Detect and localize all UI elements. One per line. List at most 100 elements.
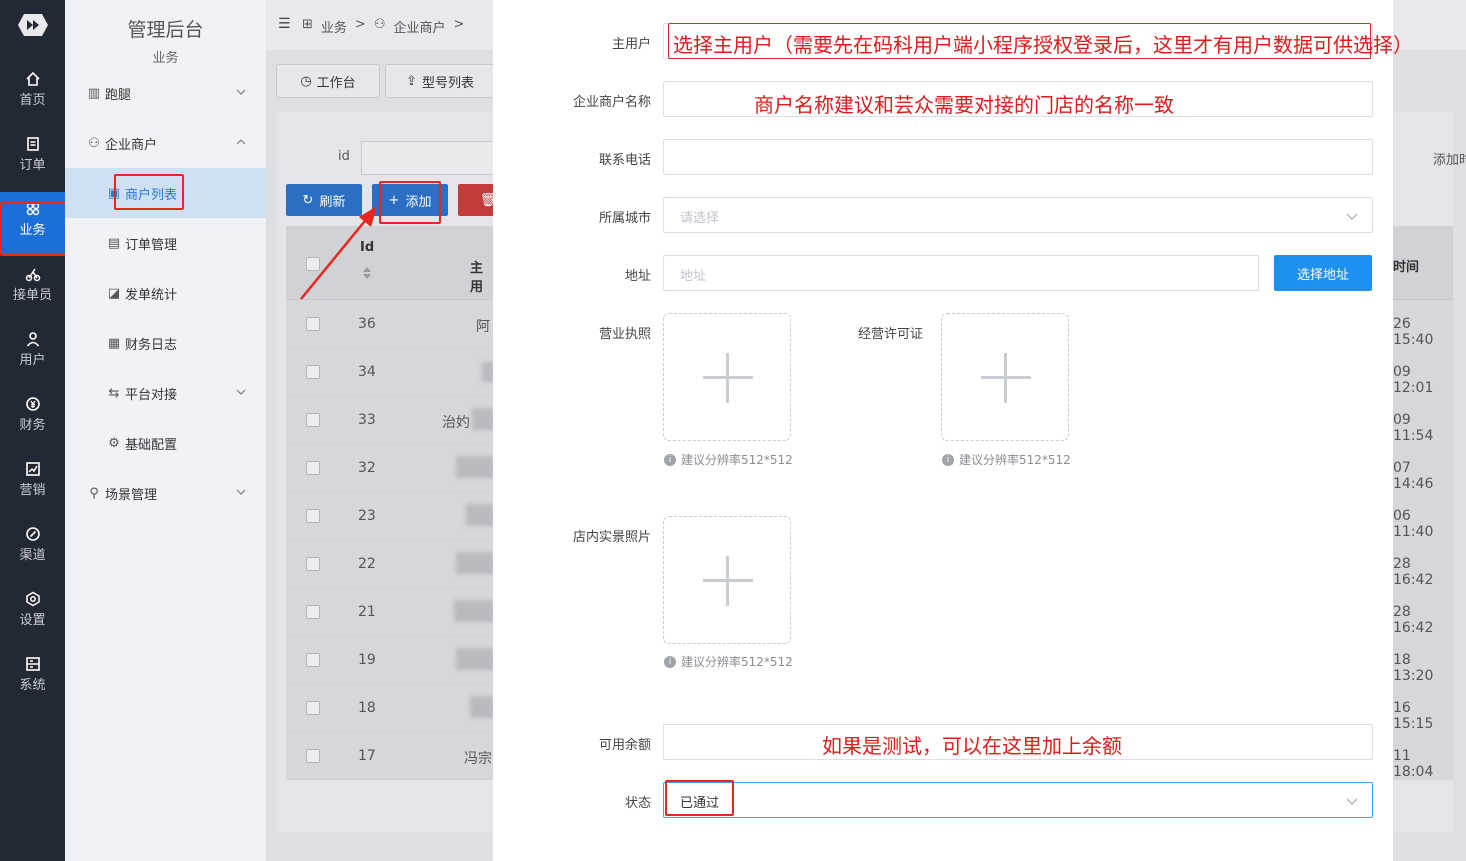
chevron-up-icon: [236, 139, 246, 145]
license-upload[interactable]: [663, 313, 791, 441]
row-id: 33: [358, 412, 376, 428]
hint-text: 建议分辨率512*512: [681, 453, 793, 467]
row-checkbox[interactable]: [306, 605, 320, 619]
row-time: 26 15:40: [1393, 316, 1434, 348]
table-row[interactable]: 22: [286, 540, 493, 588]
nav-item-courier[interactable]: 接单员: [0, 257, 65, 319]
permit-label: 经营许可证: [858, 327, 924, 342]
order-icon: [26, 137, 39, 151]
sidebar-item-config[interactable]: ⚙ 基础配置: [65, 418, 266, 468]
city-placeholder: 请选择: [680, 211, 720, 226]
table-row[interactable]: 21: [286, 588, 493, 636]
breadcrumb-item[interactable]: 企业商户: [393, 17, 445, 36]
nav-item-settings[interactable]: 设置: [0, 582, 65, 644]
phone-input[interactable]: [663, 139, 1373, 175]
filter-id-input[interactable]: [361, 141, 493, 175]
row-checkbox[interactable]: [306, 557, 320, 571]
table-row[interactable]: 18: [286, 684, 493, 732]
errand-icon: ▥: [87, 85, 101, 101]
nav-item-finance[interactable]: 财务: [0, 387, 65, 449]
col-main-user: 主用: [470, 261, 484, 295]
settings-icon: [25, 591, 40, 607]
stats-icon: ◪: [107, 285, 121, 301]
annotation-arrow-icon: [300, 206, 377, 300]
nav-item-channel[interactable]: 渠道: [0, 517, 65, 579]
status-select[interactable]: 已通过: [663, 782, 1373, 818]
photo-hint: i 建议分辨率512*512: [664, 653, 793, 670]
row-checkbox[interactable]: [306, 461, 320, 475]
nav-item-user[interactable]: 用户: [0, 322, 65, 384]
choose-address-button[interactable]: 选择地址: [1274, 255, 1372, 291]
city-select[interactable]: 请选择: [663, 197, 1373, 233]
filter-right-label: 添加时: [1433, 153, 1466, 168]
row-time: 11 18:04: [1393, 748, 1434, 780]
breadcrumb: ⊞ 业务 > ⚇ 企业商户 >: [302, 17, 464, 36]
row-time: 09 11:54: [1393, 412, 1434, 444]
sidebar-title: 管理后台: [127, 19, 204, 41]
row-id: 32: [358, 460, 376, 476]
clock-icon: ◷: [300, 73, 312, 89]
row-checkbox[interactable]: [306, 317, 320, 331]
table-row[interactable]: 34: [286, 348, 493, 396]
sidebar-item-platform[interactable]: ⇆ 平台对接: [65, 368, 266, 418]
tab-model-list[interactable]: ⇪ 型号列表: [385, 64, 493, 98]
permit-upload[interactable]: [941, 313, 1069, 441]
blurred-name: [482, 362, 493, 382]
merchant-form-modal: 主用户 选择主用户（需要先在码科用户端小程序授权登录后，这里才有用户数据可供选择…: [493, 0, 1413, 861]
chevron-down-icon: [236, 489, 246, 495]
sidebar-item-scene[interactable]: ⚲ 场景管理: [65, 468, 266, 518]
sidebar-item-label: 发单统计: [125, 287, 178, 303]
row-checkbox[interactable]: [306, 653, 320, 667]
nav-item-order[interactable]: 订单: [0, 127, 65, 189]
main-content-right: 添加时 时间 26 15:40 09 12:01 09 11:54 07 14:…: [1393, 0, 1466, 861]
delete-button[interactable]: 🗑: [458, 184, 493, 216]
plus-icon: [726, 556, 729, 606]
breadcrumb-icon: ⊞: [302, 17, 313, 32]
tab-workbench[interactable]: ◷ 工作台: [276, 64, 380, 98]
breadcrumb-sep: >: [354, 17, 366, 32]
highlight-box: [665, 780, 734, 816]
system-icon: [25, 657, 40, 671]
breadcrumb-item[interactable]: 业务: [321, 17, 347, 36]
row-checkbox[interactable]: [306, 413, 320, 427]
sidebar-item-order-manage[interactable]: ▤ 订单管理: [65, 218, 266, 268]
table-row[interactable]: 32: [286, 444, 493, 492]
row-time: 18 13:20: [1393, 652, 1434, 684]
table-row[interactable]: 17 冯宗: [286, 732, 493, 780]
table-row[interactable]: 19: [286, 636, 493, 684]
blurred-name: [456, 648, 493, 670]
table-row[interactable]: 33 治妁: [286, 396, 493, 444]
sidebar-item-errand[interactable]: ▥ 跑腿: [65, 68, 266, 118]
row-time: 16 15:15: [1393, 700, 1434, 732]
table-row[interactable]: 36 阿: [286, 300, 493, 348]
row-user: 治妁: [442, 415, 470, 431]
sidebar-item-log[interactable]: ▦ 财务日志: [65, 318, 266, 368]
blurred-name: [472, 408, 493, 430]
nav-item-marketing[interactable]: 营销: [0, 452, 65, 514]
blurred-name: [466, 504, 493, 526]
row-checkbox[interactable]: [306, 365, 320, 379]
photo-upload[interactable]: [663, 516, 791, 644]
highlight-box: [379, 181, 441, 224]
highlight-box: [0, 202, 69, 256]
plus-icon: [726, 353, 729, 403]
address-input[interactable]: 地址: [663, 255, 1259, 291]
hint-text: 建议分辨率512*512: [681, 655, 793, 669]
row-checkbox[interactable]: [306, 509, 320, 523]
sidebar-item-merchant[interactable]: ⚇ 企业商户: [65, 118, 266, 168]
row-checkbox[interactable]: [306, 701, 320, 715]
blurred-name: [456, 456, 493, 478]
nav-item-system[interactable]: 系统: [0, 647, 65, 709]
menu-fold-icon[interactable]: ☰: [278, 16, 291, 32]
nav-item-home[interactable]: 首页: [0, 62, 65, 124]
table-row[interactable]: 23: [286, 492, 493, 540]
chevron-down-icon: [236, 389, 246, 395]
sidebar-item-stats[interactable]: ◪ 发单统计: [65, 268, 266, 318]
order-manage-icon: ▤: [107, 235, 121, 251]
phone-label: 联系电话: [598, 153, 651, 168]
log-icon: ▦: [107, 335, 121, 351]
info-icon: i: [664, 655, 676, 668]
channel-icon: [25, 527, 40, 541]
row-checkbox[interactable]: [306, 749, 320, 763]
blurred-name: [456, 552, 493, 574]
